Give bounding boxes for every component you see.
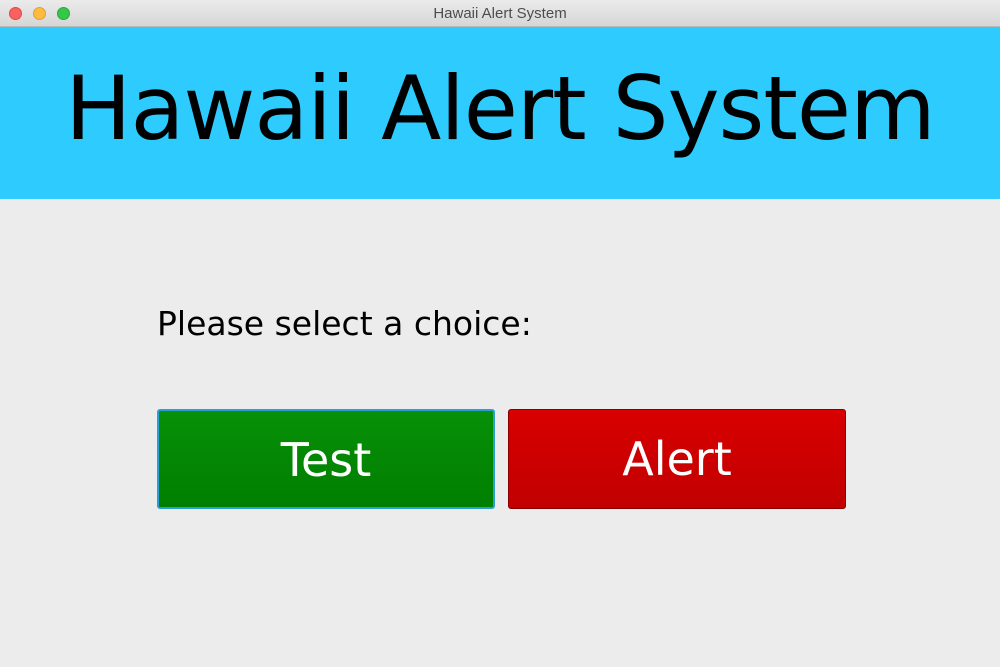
- banner-title: Hawaii Alert System: [65, 57, 935, 160]
- app-window: Hawaii Alert System Hawaii Alert System …: [0, 0, 1000, 667]
- title-bar[interactable]: Hawaii Alert System: [0, 0, 1000, 27]
- header-banner: Hawaii Alert System: [0, 27, 1000, 199]
- test-button[interactable]: Test: [157, 409, 495, 509]
- choice-prompt: Please select a choice:: [157, 304, 532, 343]
- alert-button[interactable]: Alert: [508, 409, 846, 509]
- window-title: Hawaii Alert System: [433, 5, 567, 22]
